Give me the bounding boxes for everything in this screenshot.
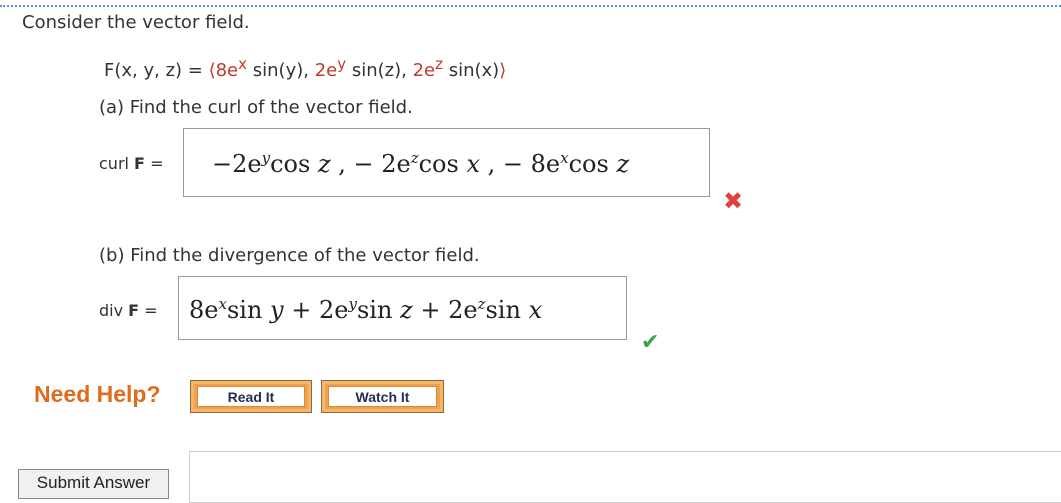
correct-check-icon: ✔ [641, 330, 660, 355]
field-component-3-rest: sin(x) [442, 60, 500, 81]
part-a-question: (a) Find the curl of the vector field. [99, 97, 413, 118]
read-it-button[interactable]: Read It [190, 380, 312, 413]
need-help-heading: Need Help? [34, 381, 161, 407]
field-open-bracket: ⟨ [208, 60, 216, 81]
field-component-2-rest: sin(z), [346, 60, 413, 81]
field-component-1-rest: sin(y), [247, 60, 315, 81]
field-close-bracket: ⟩ [499, 60, 507, 81]
submit-answer-button[interactable]: Submit Answer [18, 469, 169, 499]
watch-it-label: Watch It [355, 389, 410, 405]
incorrect-x-icon: ✖ [723, 187, 744, 215]
top-dotted-border [0, 5, 1061, 7]
part-b-question: (b) Find the divergence of the vector fi… [99, 245, 480, 266]
field-component-1: 8ex [215, 55, 248, 81]
field-component-2: 2ey [314, 55, 347, 81]
read-it-label: Read It [227, 389, 275, 405]
curl-answer-field[interactable]: −2eycos z , − 2ezcos x , − 8excos z [183, 128, 710, 197]
problem-intro: Consider the vector field. [22, 12, 250, 33]
field-component-3: 2ez [412, 55, 443, 81]
field-lhs: F(x, y, z) = [104, 60, 203, 81]
watch-it-button[interactable]: Watch It [321, 380, 444, 413]
notes-panel [189, 451, 1061, 503]
curl-label: curl F = [99, 154, 164, 173]
vector-field-definition: F(x, y, z) = ⟨8ex sin(y), 2ey sin(z), 2e… [104, 55, 506, 81]
div-label: div F = [99, 301, 158, 320]
div-answer-field[interactable]: 8exsin y + 2eysin z + 2ezsin x [178, 276, 627, 340]
